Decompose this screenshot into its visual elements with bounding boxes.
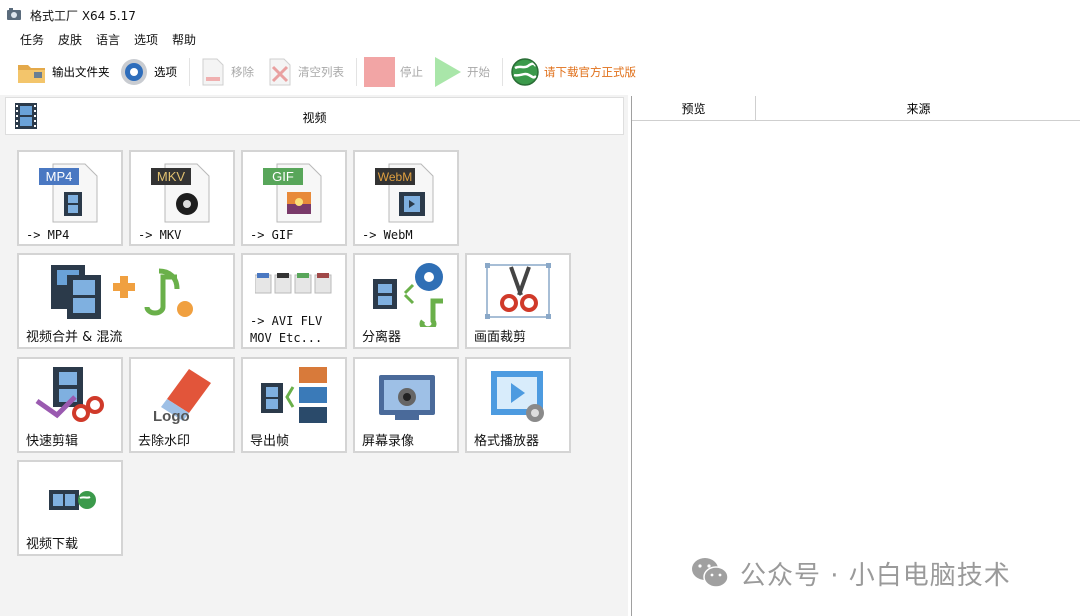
tile-label: 分离器 bbox=[362, 330, 402, 345]
function-grid: MP4 -> MP4 MKV -> MKV GIF -> GIF WebM ->… bbox=[17, 150, 617, 610]
svg-text:GIF: GIF bbox=[272, 169, 294, 184]
svg-text:WebM: WebM bbox=[378, 170, 412, 184]
export-frames-tile[interactable]: 导出帧 bbox=[241, 357, 347, 453]
tile-label: 格式播放器 bbox=[474, 434, 540, 449]
remove-button[interactable]: 移除 bbox=[199, 56, 254, 88]
window-title: 格式工厂 X64 5.17 bbox=[30, 9, 136, 23]
crop-tile[interactable]: 画面裁剪 bbox=[465, 253, 571, 349]
menu-bar: 任务 皮肤 语言 选项 帮助 bbox=[0, 29, 1080, 49]
play-icon bbox=[435, 57, 461, 87]
menu-options[interactable]: 选项 bbox=[134, 31, 158, 48]
merge-video-music-icon bbox=[51, 265, 193, 319]
output-folder-button[interactable]: 输出文件夹 bbox=[16, 56, 110, 88]
title-bar: 格式工厂 X64 5.17 bbox=[0, 0, 1080, 28]
mkv-file-icon: MKV bbox=[151, 163, 210, 223]
video-download-tile[interactable]: 视频下载 bbox=[17, 460, 123, 556]
splitter-icon bbox=[373, 263, 443, 327]
download-official-button[interactable]: 请下载官方正式版 bbox=[510, 56, 636, 88]
crop-scissors-icon bbox=[485, 263, 551, 319]
convert-other-formats-tile[interactable]: -> AVI FLV MOV Etc... bbox=[241, 253, 347, 349]
media-player-icon bbox=[491, 371, 544, 422]
category-title: 视频 bbox=[302, 111, 327, 125]
tile-label: 画面裁剪 bbox=[474, 330, 527, 345]
multi-format-icons bbox=[255, 273, 332, 294]
splitter-tile[interactable]: 分离器 bbox=[353, 253, 459, 349]
function-panel: 视频 MP4 -> MP4 MKV -> MKV GIF -> GIF WebM… bbox=[0, 95, 628, 616]
menu-skin[interactable]: 皮肤 bbox=[58, 31, 82, 48]
tile-label: 屏幕录像 bbox=[362, 434, 415, 449]
stop-icon bbox=[364, 57, 395, 87]
toolbar-separator bbox=[189, 58, 190, 86]
screen-record-tile[interactable]: 屏幕录像 bbox=[353, 357, 459, 453]
format-factory-app-icon bbox=[7, 8, 21, 20]
convert-to-mkv-tile[interactable]: MKV -> MKV bbox=[129, 150, 235, 246]
toolbar-separator bbox=[502, 58, 503, 86]
mp4-file-icon: MP4 bbox=[39, 163, 98, 223]
remove-watermark-tile[interactable]: Logo 去除水印 bbox=[129, 357, 235, 453]
column-header-source[interactable]: 来源 bbox=[756, 96, 1080, 121]
export-frames-icon bbox=[261, 367, 327, 423]
menu-language[interactable]: 语言 bbox=[96, 31, 120, 48]
screen-recorder-icon bbox=[379, 375, 435, 420]
tile-label: 快速剪辑 bbox=[26, 434, 79, 449]
tile-label-line2: MOV Etc... bbox=[250, 331, 323, 345]
clear-list-icon bbox=[269, 58, 291, 86]
tile-label: -> WebM bbox=[362, 228, 413, 242]
tile-label: -> MP4 bbox=[26, 228, 70, 242]
menu-help[interactable]: 帮助 bbox=[172, 31, 196, 48]
menu-task[interactable]: 任务 bbox=[20, 31, 44, 48]
column-header-preview[interactable]: 预览 bbox=[632, 96, 756, 121]
convert-to-webm-tile[interactable]: WebM -> WebM bbox=[353, 150, 459, 246]
folder-icon bbox=[18, 65, 45, 83]
stop-button[interactable]: 停止 bbox=[364, 56, 423, 88]
webm-file-icon: WebM bbox=[375, 163, 434, 223]
convert-to-gif-tile[interactable]: GIF -> GIF bbox=[241, 150, 347, 246]
tile-label: -> GIF bbox=[250, 228, 294, 242]
video-download-icon bbox=[49, 490, 96, 510]
tile-label: 导出帧 bbox=[250, 434, 290, 449]
task-list-panel[interactable]: 预览 来源 bbox=[631, 96, 1080, 616]
tile-label: 去除水印 bbox=[138, 434, 191, 449]
watermark-text: 公众号 · 小白电脑技术 bbox=[740, 560, 1011, 591]
options-gear-icon bbox=[121, 59, 147, 85]
options-button[interactable]: 选项 bbox=[118, 56, 177, 88]
toolbar: 输出文件夹 选项 移除 清空列表 停止 开始 请下载官方正式版 bbox=[0, 52, 1080, 92]
video-merge-mux-tile[interactable]: 视频合并 & 混流 bbox=[17, 253, 235, 349]
wechat-icon bbox=[692, 558, 729, 588]
clear-list-button[interactable]: 清空列表 bbox=[266, 56, 344, 88]
svg-text:Logo: Logo bbox=[153, 408, 190, 425]
tile-label: 视频下载 bbox=[26, 537, 79, 552]
eraser-icon: Logo bbox=[153, 369, 211, 425]
quick-cut-icon bbox=[35, 367, 104, 422]
gif-file-icon: GIF bbox=[263, 163, 322, 223]
quick-cut-tile[interactable]: 快速剪辑 bbox=[17, 357, 123, 453]
toolbar-separator bbox=[356, 58, 357, 86]
svg-text:MP4: MP4 bbox=[46, 169, 73, 184]
tile-label: 视频合并 & 混流 bbox=[26, 330, 123, 345]
convert-to-mp4-tile[interactable]: MP4 -> MP4 bbox=[17, 150, 123, 246]
tile-label-line1: -> AVI FLV bbox=[250, 314, 323, 328]
start-button[interactable]: 开始 bbox=[433, 56, 490, 88]
svg-text:MKV: MKV bbox=[157, 169, 186, 184]
remove-document-icon bbox=[202, 58, 224, 86]
category-header-video[interactable]: 视频 bbox=[5, 97, 624, 135]
format-player-tile[interactable]: 格式播放器 bbox=[465, 357, 571, 453]
tile-label: -> MKV bbox=[138, 228, 182, 242]
wechat-watermark: 公众号 · 小白电脑技术 bbox=[690, 556, 1011, 591]
globe-download-icon bbox=[511, 58, 539, 86]
